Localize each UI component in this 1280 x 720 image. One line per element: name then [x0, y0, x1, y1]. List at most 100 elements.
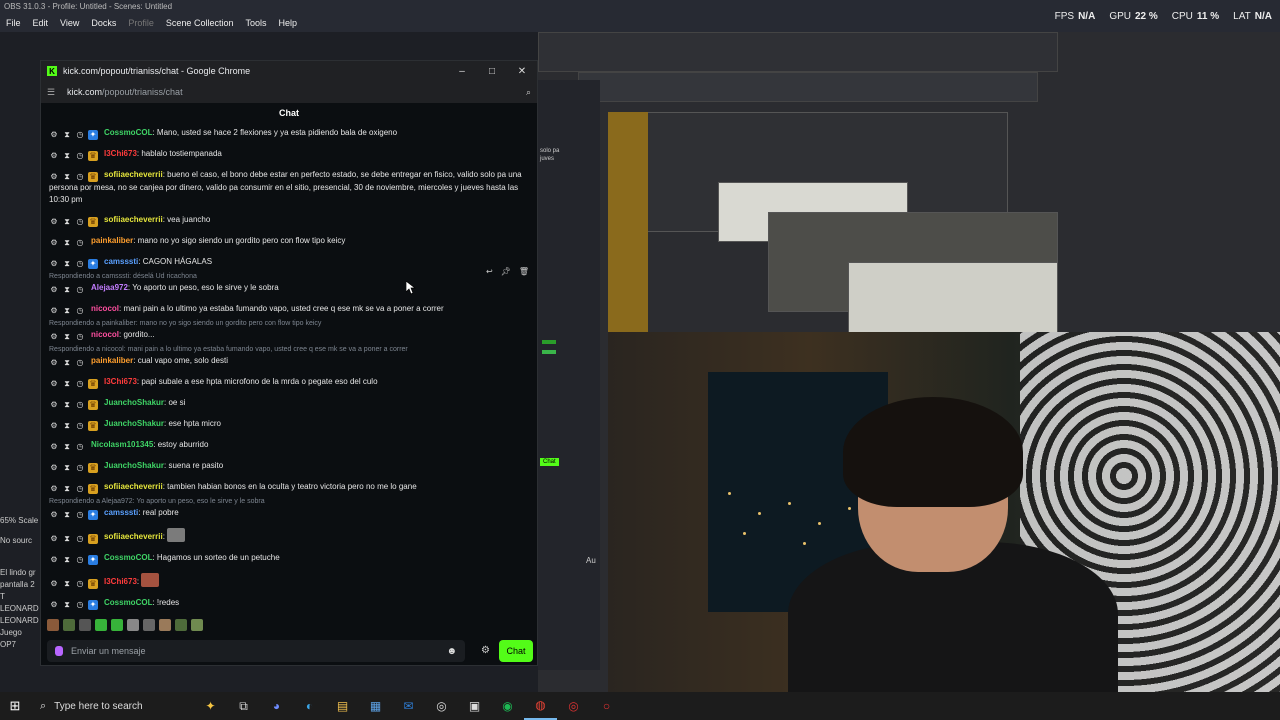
steam-icon[interactable]: ◎	[425, 692, 458, 720]
obs-left-item[interactable]: T	[0, 591, 44, 603]
chat-username[interactable]: I3Chi673	[104, 149, 137, 158]
chat-username[interactable]: sofiiaecheverrii	[104, 215, 163, 224]
chat-message[interactable]: ⚙ ⧗ ◷ Alejaa972: Yo aporto un peso, eso le …	[49, 282, 529, 295]
gear-icon[interactable]: ⚙	[481, 645, 490, 656]
chat-username[interactable]: I3Chi673	[104, 377, 137, 386]
delete-icon[interactable]: 🗑︎	[519, 267, 529, 276]
obs-menu-file[interactable]: File	[6, 18, 21, 28]
chat-message[interactable]: ⚙ ⧗ ◷ ♛ I3Chi673: hablalo tostiempanada	[49, 148, 529, 161]
chat-message[interactable]: ⚙ ⧗ ◷ ♛ I3Chi673:	[49, 573, 529, 589]
windows-start-icon[interactable]: ⊞	[0, 698, 30, 714]
chat-message[interactable]: ⚙ ⧗ ◷ painkaliber: cual vapo ome, solo dest…	[49, 355, 529, 368]
chat-message[interactable]: ⚙ ⧗ ◷ nicocol: mani pain a lo ultimo ya est…	[49, 303, 529, 316]
obs-left-item[interactable]: El lindo gr	[0, 567, 44, 579]
obs-preview[interactable]	[538, 32, 1280, 692]
obs-menu-profile[interactable]: Profile	[128, 18, 154, 28]
obs-left-item[interactable]: OP7	[0, 639, 44, 651]
chat-username[interactable]: painkaliber	[91, 356, 133, 365]
chrome-icon[interactable]: ◍	[524, 692, 557, 720]
site-info-icon[interactable]: ☰	[47, 87, 59, 98]
emote-7[interactable]	[143, 619, 155, 631]
obs-left-item[interactable]: LEONARD	[0, 603, 44, 615]
chat-username[interactable]: JuanchoShakur	[104, 461, 164, 470]
sparkle-icon[interactable]: ✦	[194, 692, 227, 720]
chat-username[interactable]: sofiiaecheverrii	[104, 532, 163, 541]
spotify-icon[interactable]: ◉	[491, 692, 524, 720]
chat-username[interactable]: CossmoCOL	[104, 128, 152, 137]
obs-left-item[interactable]: No sourc	[0, 535, 44, 547]
obs-left-item[interactable]: 65% Scale	[0, 515, 44, 527]
emote-10[interactable]	[191, 619, 203, 631]
emoji-icon[interactable]: ☻	[446, 646, 457, 657]
emote-2[interactable]	[63, 619, 75, 631]
chat-message[interactable]: ⚙ ⧗ ◷ ✦ CossmoCOL: Mano, usted se hace 2 fle…	[49, 127, 529, 140]
send-chat-button[interactable]: Chat	[499, 640, 533, 662]
app-icon[interactable]: ▣	[458, 692, 491, 720]
chat-username[interactable]: nicocol	[91, 330, 119, 339]
chat-username[interactable]: JuanchoShakur	[104, 398, 164, 407]
chat-username[interactable]: CossmoCOL	[104, 553, 152, 562]
obs-menu-scene-collection[interactable]: Scene Collection	[166, 18, 234, 28]
chat-message[interactable]: ⚙ ⧗ ◷ ♛ I3Chi673: papi subale a ese hpta mic…	[49, 376, 529, 389]
chat-username[interactable]: camsssti	[104, 257, 138, 266]
opera-icon[interactable]: ○	[590, 692, 623, 720]
minimize-button[interactable]: –	[447, 66, 477, 77]
chat-message[interactable]: ⚙ ⧗ ◷ ✦ camsssti: real pobre	[49, 507, 529, 520]
obs-left-item[interactable]: LEONARD	[0, 615, 44, 627]
copilot-icon[interactable]: ◕	[260, 692, 293, 720]
chat-message[interactable]: ⚙ ⧗ ◷ ✦ camsssti: CAGON HÁGALAS	[49, 256, 529, 269]
emote-8[interactable]	[159, 619, 171, 631]
obs-menu-view[interactable]: View	[60, 18, 79, 28]
strip-chat-button[interactable]: Chat	[540, 458, 559, 466]
obs-icon[interactable]: ◎	[557, 692, 590, 720]
obs-menu-tools[interactable]: Tools	[245, 18, 266, 28]
address-bar[interactable]: ☰ kick.com/popout/trianiss/chat ⌕	[41, 81, 537, 103]
chat-message[interactable]: ⚙ ⧗ ◷ ✦ CossmoCOL: !redes	[49, 597, 529, 610]
edge-icon[interactable]: ◐	[293, 692, 326, 720]
chat-message[interactable]: ⚙ ⧗ ◷ ♛ sofiiaecheverrii: tambien habian bon…	[49, 481, 529, 494]
chat-message[interactable]: ⚙ ⧗ ◷ ♛ JuanchoShakur: suena re pasito	[49, 460, 529, 473]
chat-username[interactable]: I3Chi673	[104, 577, 137, 586]
chat-username[interactable]: CossmoCOL	[104, 598, 152, 607]
chat-messages[interactable]: ⚙ ⧗ ◷ ✦ CossmoCOL: Mano, usted se hace 2 fle…	[41, 123, 537, 627]
emote-9[interactable]	[175, 619, 187, 631]
emote-6[interactable]	[127, 619, 139, 631]
taskbar-search[interactable]: ⌕ Type here to search	[30, 692, 180, 720]
mic-icon[interactable]	[55, 646, 63, 656]
obs-left-item[interactable]: Juego	[0, 627, 44, 639]
chat-username[interactable]: camsssti	[104, 508, 138, 517]
chat-message[interactable]: ⚙ ⧗ ◷ ♛ JuanchoShakur: oe si	[49, 397, 529, 410]
emote-4[interactable]	[95, 619, 107, 631]
chat-username[interactable]: JuanchoShakur	[104, 419, 164, 428]
emote-3[interactable]	[79, 619, 91, 631]
emote-5[interactable]	[111, 619, 123, 631]
chat-message[interactable]: ⚙ ⧗ ◷ painkaliber: mano no yo sigo siendo u…	[49, 235, 529, 248]
zoom-icon[interactable]: ⌕	[526, 87, 531, 98]
chat-message[interactable]: ⚙ ⧗ ◷ ♛ sofiiaecheverrii:	[49, 528, 529, 544]
close-button[interactable]: ✕	[507, 66, 537, 77]
obs-menu-help[interactable]: Help	[278, 18, 297, 28]
chat-message[interactable]: ⚙ ⧗ ◷ ♛ sofiiaecheverrii: vea juancho	[49, 214, 529, 227]
chat-message[interactable]: ⚙ ⧗ ◷ Nicolasm101345: estoy aburrido	[49, 439, 529, 452]
chat-message[interactable]: ⚙ ⧗ ◷ ♛ sofiiaecheverrii: bueno el caso, el …	[49, 169, 529, 206]
chat-input[interactable]: Enviar un mensaje ☻	[47, 640, 465, 662]
obs-menu-edit[interactable]: Edit	[33, 18, 49, 28]
file-explorer-icon[interactable]: ▤	[326, 692, 359, 720]
calculator-icon[interactable]: ▦	[359, 692, 392, 720]
pin-icon[interactable]: 📌︎	[501, 267, 511, 276]
chat-username[interactable]: sofiiaecheverrii	[104, 170, 163, 179]
chat-username[interactable]: sofiiaecheverrii	[104, 482, 163, 491]
chat-message[interactable]: ⚙ ⧗ ◷ nicocol: gordito...	[49, 329, 529, 342]
chat-message[interactable]: ⚙ ⧗ ◷ ✦ CossmoCOL: Hagamos un sorteo de un p…	[49, 552, 529, 565]
chat-username[interactable]: painkaliber	[91, 236, 133, 245]
obs-menu-docks[interactable]: Docks	[91, 18, 116, 28]
emote-1[interactable]	[47, 619, 59, 631]
chat-message[interactable]: ⚙ ⧗ ◷ ♛ JuanchoShakur: ese hpta micro	[49, 418, 529, 431]
chat-username[interactable]: Nicolasm101345	[91, 440, 153, 449]
outlook-icon[interactable]: ✉	[392, 692, 425, 720]
obs-left-item[interactable]: pantalla 2	[0, 579, 44, 591]
maximize-button[interactable]: □	[477, 66, 507, 77]
reply-icon[interactable]: ↩	[486, 267, 493, 276]
chat-username[interactable]: nicocol	[91, 304, 119, 313]
chat-username[interactable]: Alejaa972	[91, 283, 128, 292]
